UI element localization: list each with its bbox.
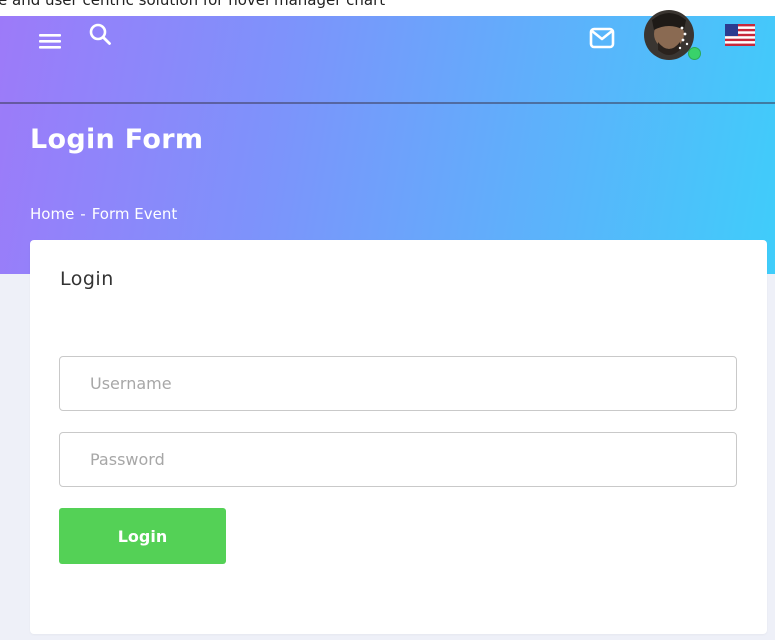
top-text-fragment: e and user centric solution for novel ma… (0, 0, 386, 9)
breadcrumb: Home - Form Event (30, 202, 177, 226)
online-status-dot (688, 47, 701, 60)
search-icon[interactable] (88, 22, 112, 46)
page-title: Login Form (30, 124, 204, 155)
username-input[interactable] (59, 356, 737, 411)
avatar[interactable] (644, 10, 694, 60)
flag-icon[interactable] (725, 24, 755, 46)
login-button[interactable]: Login (59, 508, 226, 564)
password-input[interactable] (59, 432, 737, 487)
header-divider (0, 102, 775, 104)
breadcrumb-current: Form Event (91, 205, 178, 223)
login-card: Login Login (30, 240, 767, 634)
card-title: Login (60, 268, 114, 290)
mail-icon[interactable] (589, 27, 615, 49)
breadcrumb-home-link[interactable]: Home (30, 202, 74, 226)
breadcrumb-separator: - (80, 205, 86, 223)
menu-icon[interactable] (38, 29, 62, 53)
